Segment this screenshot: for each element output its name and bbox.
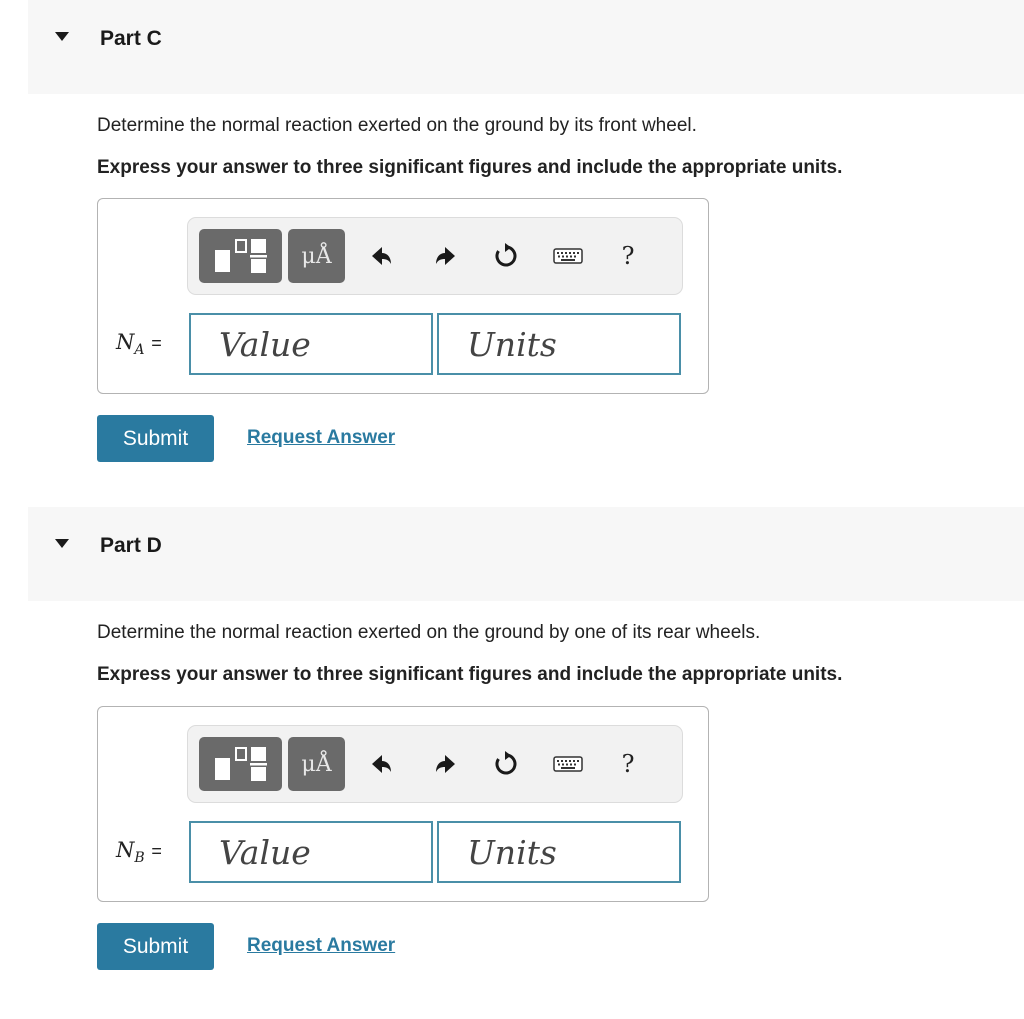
redo-icon[interactable]	[429, 748, 461, 780]
undo-icon[interactable]	[366, 240, 398, 272]
templates-button[interactable]	[199, 737, 282, 791]
equals-sign: =	[151, 841, 162, 861]
keyboard-icon[interactable]	[552, 240, 584, 272]
units-button[interactable]: μÅ	[288, 737, 345, 791]
answer-box: μÅ ? NA =	[97, 198, 709, 394]
variable-label: NB =	[116, 838, 162, 866]
help-button[interactable]: ?	[612, 748, 644, 780]
keyboard-icon[interactable]	[552, 748, 584, 780]
equation-toolbar: μÅ ?	[187, 217, 683, 295]
reset-icon[interactable]	[490, 240, 522, 272]
part-c-header[interactable]: Part C	[28, 0, 1024, 94]
value-input[interactable]	[189, 313, 433, 375]
part-title: Part D	[100, 534, 162, 557]
question-prompt: Determine the normal reaction exerted on…	[97, 115, 697, 136]
variable-symbol: N	[116, 330, 135, 354]
answer-instruction: Express your answer to three significant…	[97, 157, 843, 178]
submit-button[interactable]: Submit	[97, 415, 214, 462]
units-input[interactable]	[437, 313, 681, 375]
request-answer-link[interactable]: Request Answer	[247, 935, 395, 957]
variable-subscript: A	[134, 342, 145, 359]
fraction-template-icon	[214, 239, 267, 273]
variable-subscript: B	[134, 850, 145, 867]
reset-icon[interactable]	[490, 748, 522, 780]
equation-toolbar: μÅ ?	[187, 725, 683, 803]
submit-button[interactable]: Submit	[97, 923, 214, 970]
units-input[interactable]	[437, 821, 681, 883]
equals-sign: =	[151, 333, 162, 353]
answer-instruction: Express your answer to three significant…	[97, 664, 843, 685]
value-input[interactable]	[189, 821, 433, 883]
undo-icon[interactable]	[366, 748, 398, 780]
variable-symbol: N	[116, 838, 135, 862]
question-prompt: Determine the normal reaction exerted on…	[97, 622, 761, 643]
redo-icon[interactable]	[429, 240, 461, 272]
help-button[interactable]: ?	[612, 240, 644, 272]
fraction-template-icon	[214, 747, 267, 781]
part-d-header[interactable]: Part D	[28, 507, 1024, 601]
templates-button[interactable]	[199, 229, 282, 283]
collapse-triangle-icon[interactable]	[55, 539, 69, 548]
part-title: Part C	[100, 27, 162, 50]
request-answer-link[interactable]: Request Answer	[247, 427, 395, 449]
units-button[interactable]: μÅ	[288, 229, 345, 283]
collapse-triangle-icon[interactable]	[55, 32, 69, 41]
answer-box: μÅ ? NB =	[97, 706, 709, 902]
variable-label: NA =	[116, 330, 162, 358]
